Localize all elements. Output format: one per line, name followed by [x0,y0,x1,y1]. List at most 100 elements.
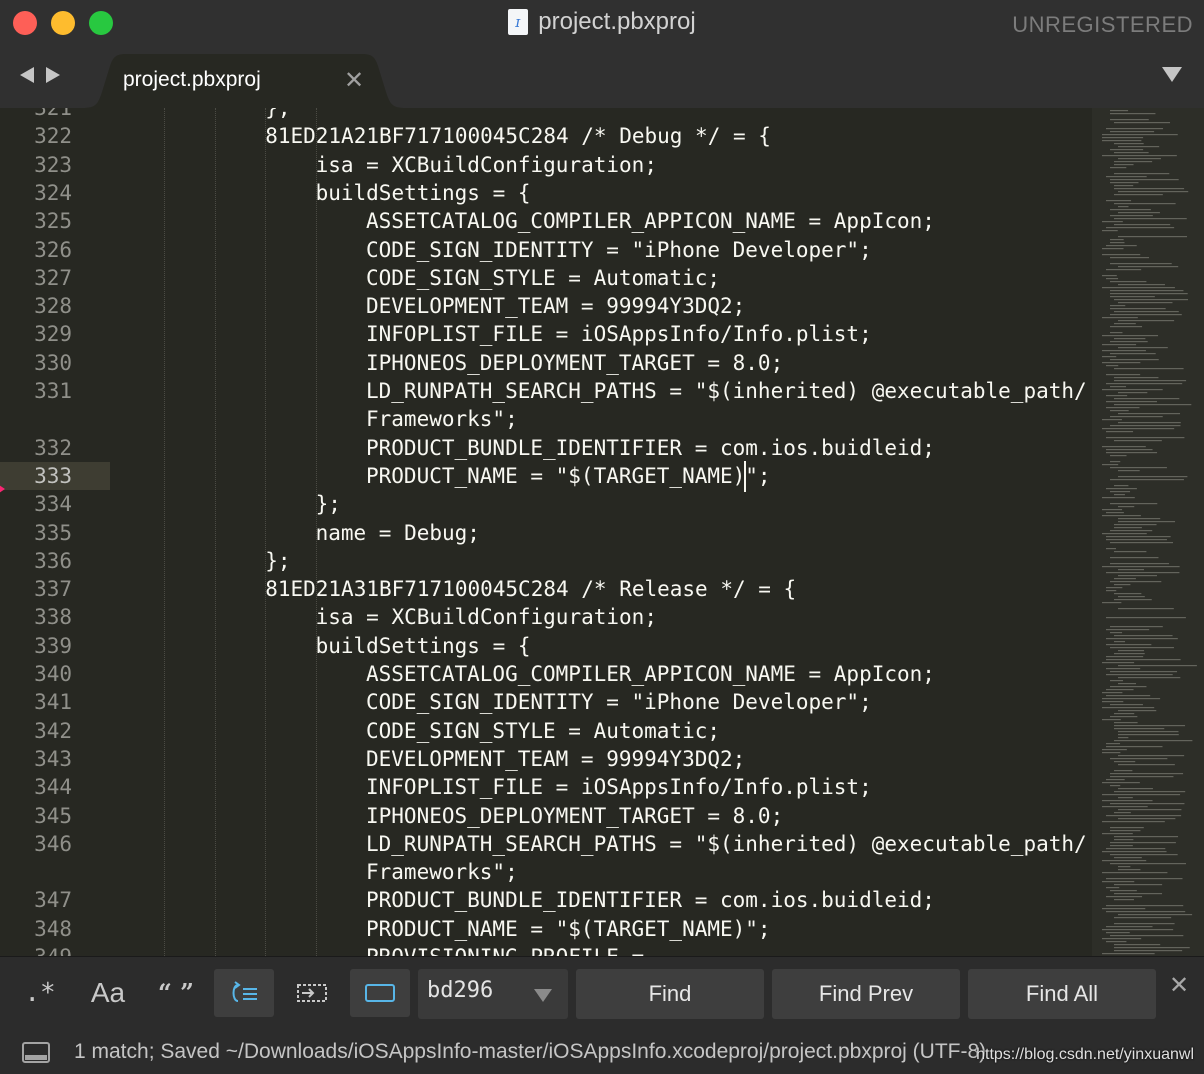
tab-project-pbxproj[interactable]: project.pbxproj ✕ [82,54,406,108]
minimap-line [1118,158,1161,160]
regex-toggle[interactable]: .* [10,969,70,1017]
minimap-line [1102,938,1142,940]
highlight-matches-toggle[interactable] [350,969,410,1017]
code-line[interactable]: INFOPLIST_FILE = iOSAppsInfo/Info.plist; [366,773,872,801]
minimap-line [1110,305,1126,307]
minimap-line [1106,656,1144,658]
close-find-panel-icon[interactable]: ✕ [1169,971,1189,1000]
minimap-line [1110,293,1188,295]
find-input[interactable]: bd296 [418,969,568,1019]
minimap-line [1102,698,1161,700]
line-number: 344 [0,773,110,801]
line-number: 340 [0,660,110,688]
code-line[interactable]: ASSETCATALOG_COMPILER_APPICON_NAME = App… [366,660,935,688]
minimap-line [1110,341,1148,343]
minimap-line [1118,731,1179,733]
whole-word-toggle[interactable]: “ ” [146,969,206,1017]
code-line[interactable]: Frameworks"; [366,858,518,886]
minimap-line [1106,941,1127,943]
code-line[interactable]: DEVELOPMENT_TEAM = 99994Y3DQ2; [366,745,745,773]
case-sensitive-toggle[interactable]: Aa [78,969,138,1017]
line-number-text: 342 [34,718,72,743]
minimap-line [1102,497,1135,499]
line-number: 342 [0,717,110,745]
minimap-line [1118,608,1174,610]
wrap-toggle[interactable] [214,969,274,1017]
minimap-line [1110,386,1127,388]
minimap-line [1106,695,1151,697]
code-line[interactable]: PRODUCT_NAME = "$(TARGET_NAME)"; [366,915,771,943]
code-line[interactable]: name = Debug; [316,519,480,547]
minimap-line [1118,320,1175,322]
license-status: UNREGISTERED [1012,12,1193,37]
code-line[interactable]: IPHONEOS_DEPLOYMENT_TARGET = 8.0; [366,802,783,830]
line-number-text: 346 [34,831,72,856]
code-line[interactable]: PRODUCT_BUNDLE_IDENTIFIER = com.ios.buid… [366,434,935,462]
code-line[interactable]: isa = XCBuildConfiguration; [316,151,657,179]
find-all-button[interactable]: Find All [968,969,1156,1019]
line-number: 343 [0,745,110,773]
minimap-line [1114,839,1134,841]
minimap-line [1114,584,1131,586]
code-line[interactable]: Frameworks"; [366,405,518,433]
code-line[interactable]: 81ED21A21BF717100045C284 /* Debug */ = { [265,122,771,150]
find-query[interactable]: bd296 [427,978,493,1003]
find-prev-button[interactable]: Find Prev [772,969,960,1019]
minimap-line [1102,707,1155,709]
minimap-line [1114,368,1184,370]
minimap-line [1110,758,1168,760]
minimap-line [1118,347,1168,349]
minimap-line [1106,512,1124,514]
minimap-line [1102,953,1155,955]
minimap-line [1110,332,1123,334]
code-line[interactable]: PROVISIONING_PROFILE = [366,943,644,956]
code-line[interactable]: PRODUCT_BUNDLE_IDENTIFIER = com.ios.buid… [366,886,935,914]
minimap-line [1106,815,1182,817]
minimap-line [1106,644,1152,646]
nav-back-arrow-icon[interactable] [20,67,34,83]
code-line[interactable]: PRODUCT_NAME = "$(TARGET_NAME)"; [366,462,771,490]
nav-forward-arrow-icon[interactable] [46,67,60,83]
code-line[interactable]: IPHONEOS_DEPLOYMENT_TARGET = 8.0; [366,349,783,377]
code-line[interactable]: LD_RUNPATH_SEARCH_PATHS = "$(inherited) … [366,377,1087,405]
code-line[interactable]: }; [316,490,341,518]
code-line[interactable]: 81ED21A31BF717100045C284 /* Release */ =… [265,575,796,603]
minimap[interactable] [1088,108,1204,956]
minimap-line [1114,188,1185,190]
line-number-text: 337 [34,577,72,602]
tab-list-dropdown-icon[interactable] [1162,67,1182,82]
minimap-line [1110,563,1170,565]
find-history-dropdown-icon[interactable] [534,989,552,1002]
code-editor[interactable]: 321 322 323 324 325 326 327 328 329 330 331 332 333 3… [0,108,1204,956]
minimap-line [1106,572,1180,574]
minimap-line [1102,350,1146,352]
minimap-line [1110,215,1153,217]
code-line[interactable]: INFOPLIST_FILE = iOSAppsInfo/Info.plist; [366,320,872,348]
code-line[interactable]: }; [265,547,290,575]
minimap-line [1110,167,1127,169]
code-line[interactable]: DEVELOPMENT_TEAM = 99994Y3DQ2; [366,292,745,320]
panel-toggle-icon[interactable] [22,1042,50,1063]
minimap-line [1118,818,1176,820]
code-line[interactable]: LD_RUNPATH_SEARCH_PATHS = "$(inherited) … [366,830,1087,858]
line-number: 328 [0,292,110,320]
code-line[interactable]: CODE_SIGN_IDENTITY = "iPhone Developer"; [366,688,872,716]
code-line[interactable]: buildSettings = { [316,632,531,660]
code-line[interactable]: }; [265,108,290,122]
minimap-line [1106,590,1117,592]
find-button[interactable]: Find [576,969,764,1019]
code-line[interactable]: CODE_SIGN_STYLE = Automatic; [366,264,720,292]
minimap-line [1110,290,1184,292]
code-line[interactable]: CODE_SIGN_IDENTITY = "iPhone Developer"; [366,236,872,264]
code-line[interactable]: buildSettings = { [316,179,531,207]
code-line[interactable]: CODE_SIGN_STYLE = Automatic; [366,717,720,745]
minimap-line [1102,335,1159,337]
minimap-line [1114,884,1163,886]
minimap-line [1106,278,1119,280]
minimap-line [1114,812,1131,814]
code-line[interactable]: isa = XCBuildConfiguration; [316,603,657,631]
code-line[interactable]: ASSETCATALOG_COMPILER_APPICON_NAME = App… [366,207,935,235]
minimap-line [1114,338,1146,340]
tab-close-icon[interactable]: ✕ [344,66,364,95]
in-selection-toggle[interactable] [282,969,342,1017]
